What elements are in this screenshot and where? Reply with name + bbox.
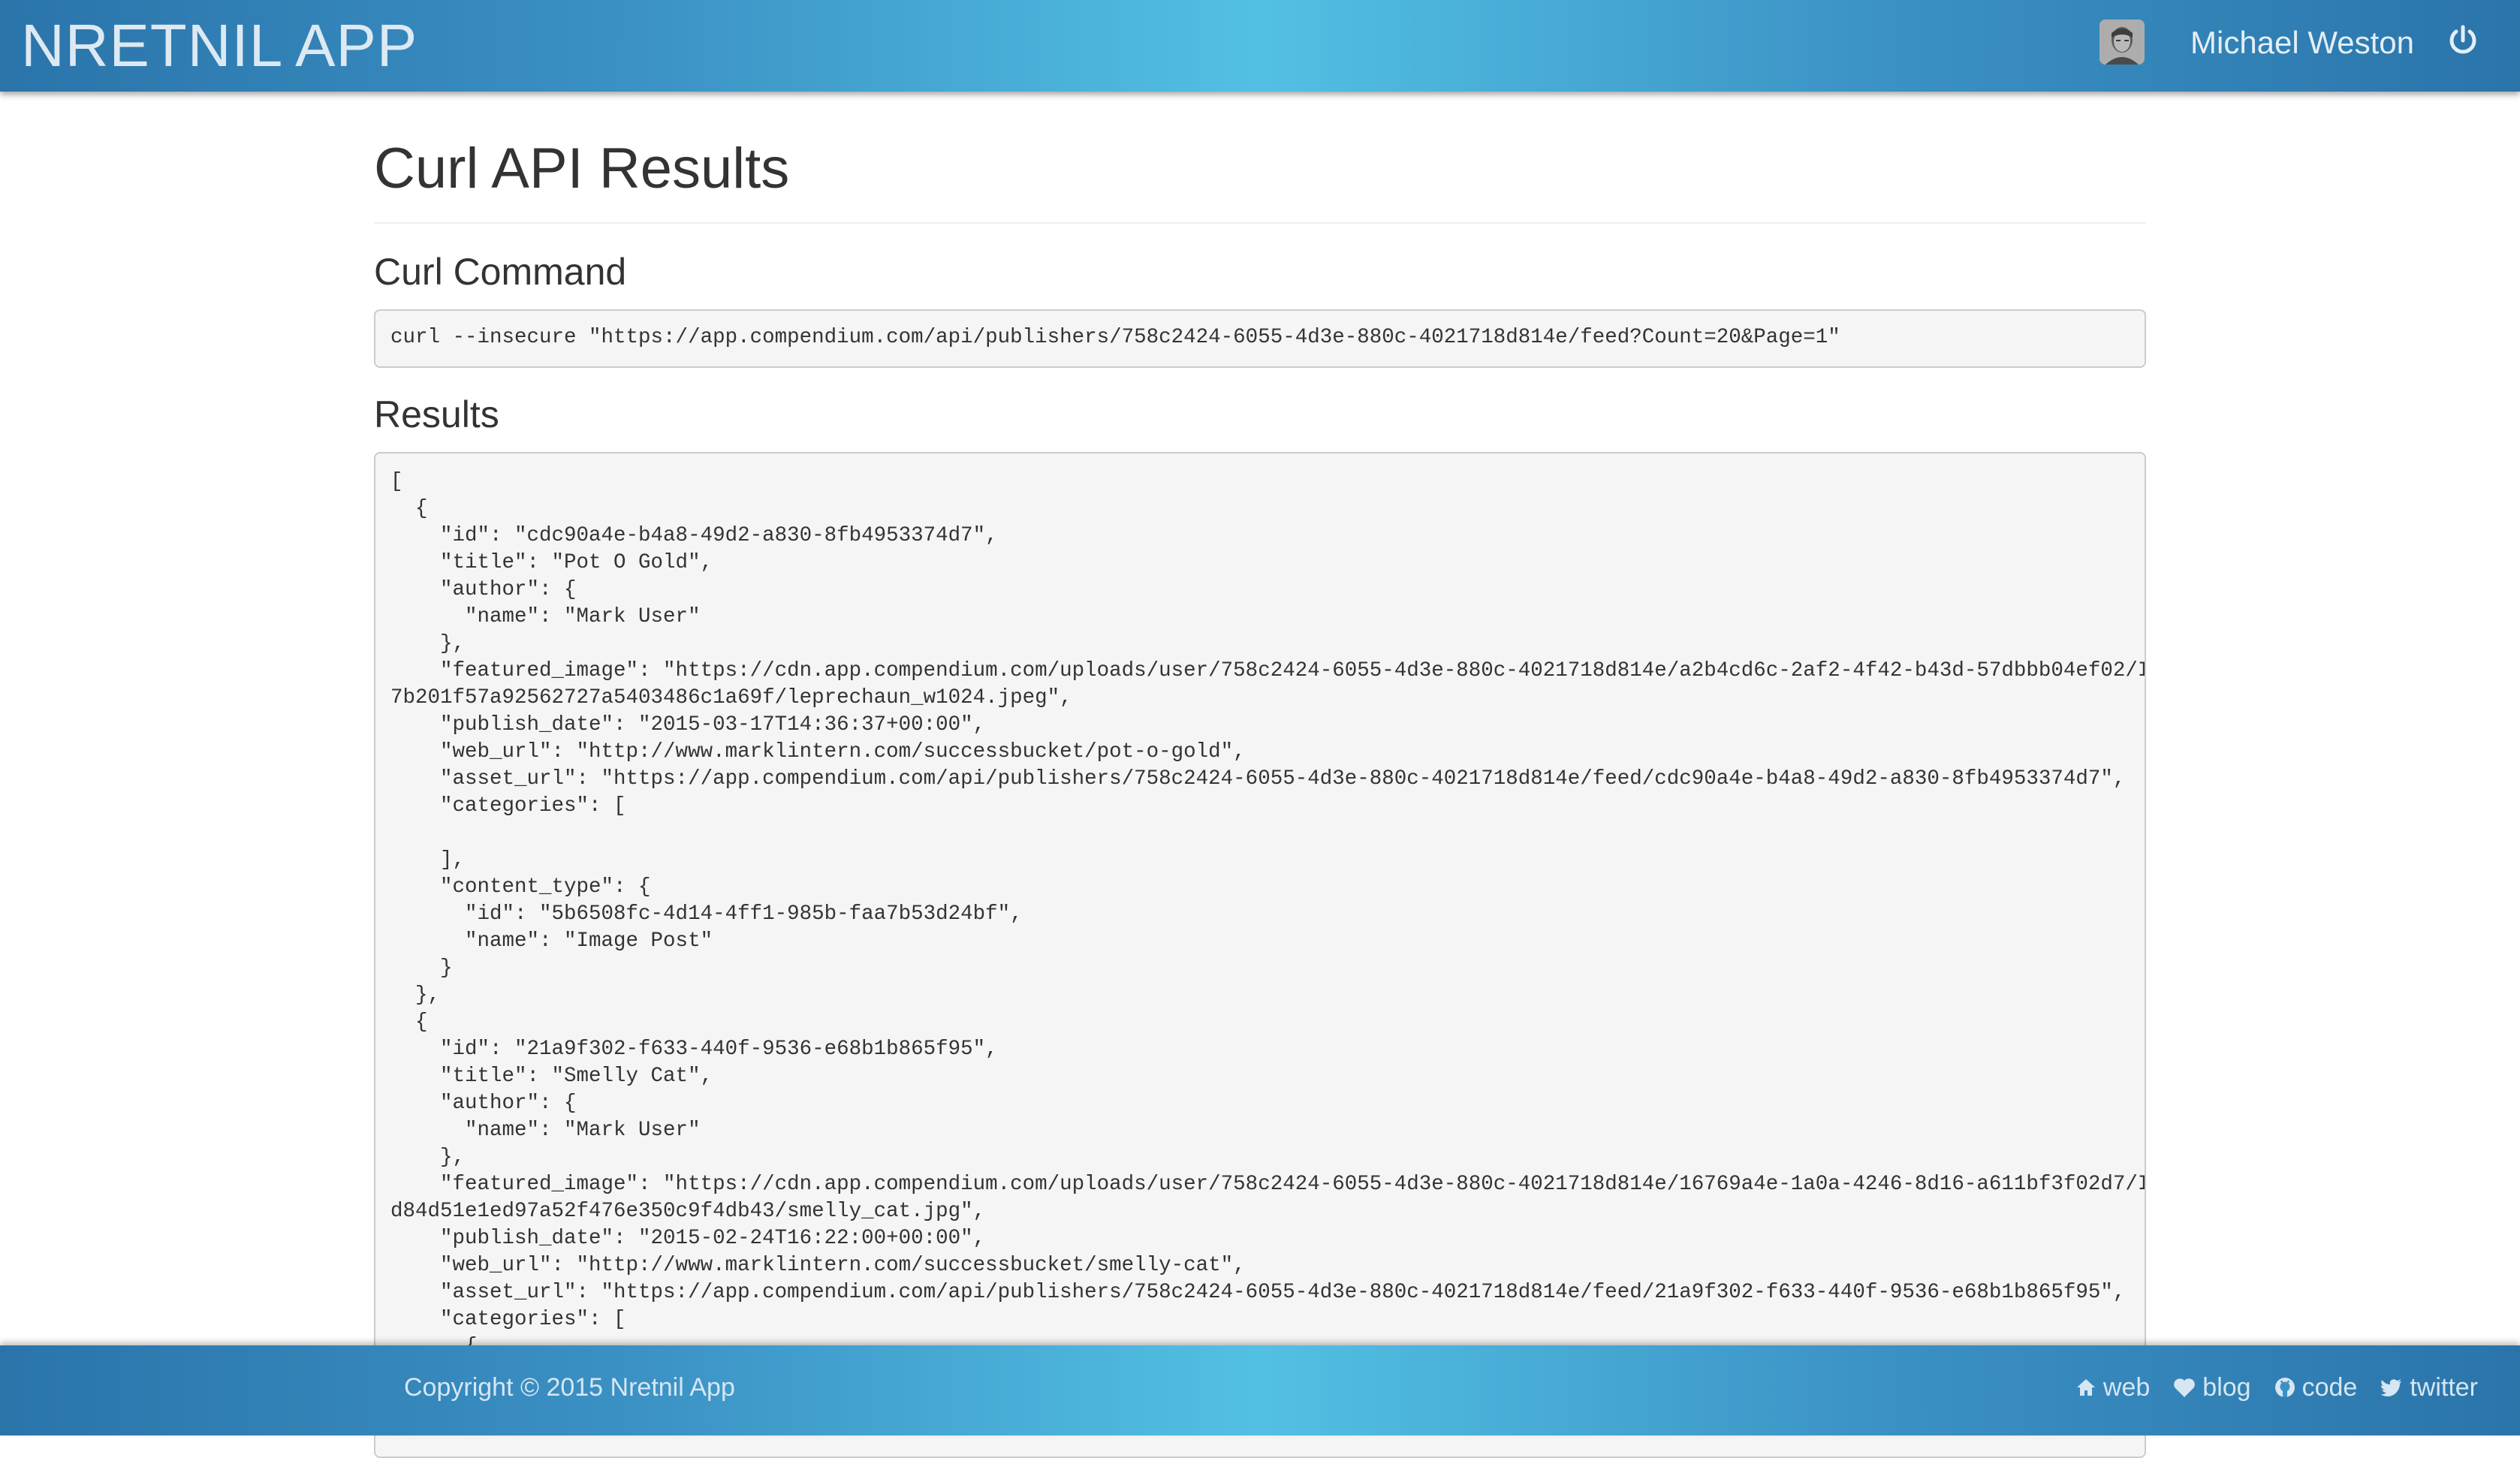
page-title: Curl API Results (374, 137, 790, 200)
footer-link-label: web (2103, 1373, 2151, 1402)
curl-command-heading: Curl Command (374, 251, 627, 293)
results-heading: Results (374, 393, 499, 435)
twitter-icon (2380, 1379, 2402, 1396)
home-icon (2076, 1379, 2095, 1396)
footer: Copyright © 2015 Nretnil App web blog co… (0, 1345, 2520, 1435)
user-avatar[interactable] (2099, 20, 2145, 65)
user-avatar-icon (2099, 20, 2145, 65)
top-navbar: NRETNIL APP Michael Weston (0, 0, 2520, 92)
footer-link-blog[interactable]: blog (2172, 1371, 2251, 1404)
copyright-text: Copyright © 2015 Nretnil App (404, 1373, 735, 1402)
footer-link-label: code (2301, 1373, 2358, 1402)
results-json-block[interactable]: [ { "id": "cdc90a4e-b4a8-49d2-a830-8fb49… (374, 452, 2146, 1458)
footer-link-twitter[interactable]: twitter (2380, 1371, 2478, 1404)
footer-link-label: twitter (2410, 1373, 2478, 1402)
footer-link-label: blog (2202, 1373, 2251, 1402)
footer-links: web blog code twitter (2075, 1371, 2478, 1404)
curl-command-block[interactable]: curl --insecure "https://app.compendium.… (374, 309, 2146, 368)
heart-icon (2174, 1378, 2196, 1397)
power-icon[interactable] (2445, 23, 2481, 59)
app-brand-link[interactable]: NRETNIL APP (21, 14, 417, 78)
footer-link-code[interactable]: code (2274, 1371, 2358, 1404)
footer-link-web[interactable]: web (2075, 1371, 2150, 1404)
github-icon (2274, 1378, 2295, 1397)
title-divider (374, 222, 2146, 224)
user-name[interactable]: Michael Weston (2190, 24, 2414, 62)
